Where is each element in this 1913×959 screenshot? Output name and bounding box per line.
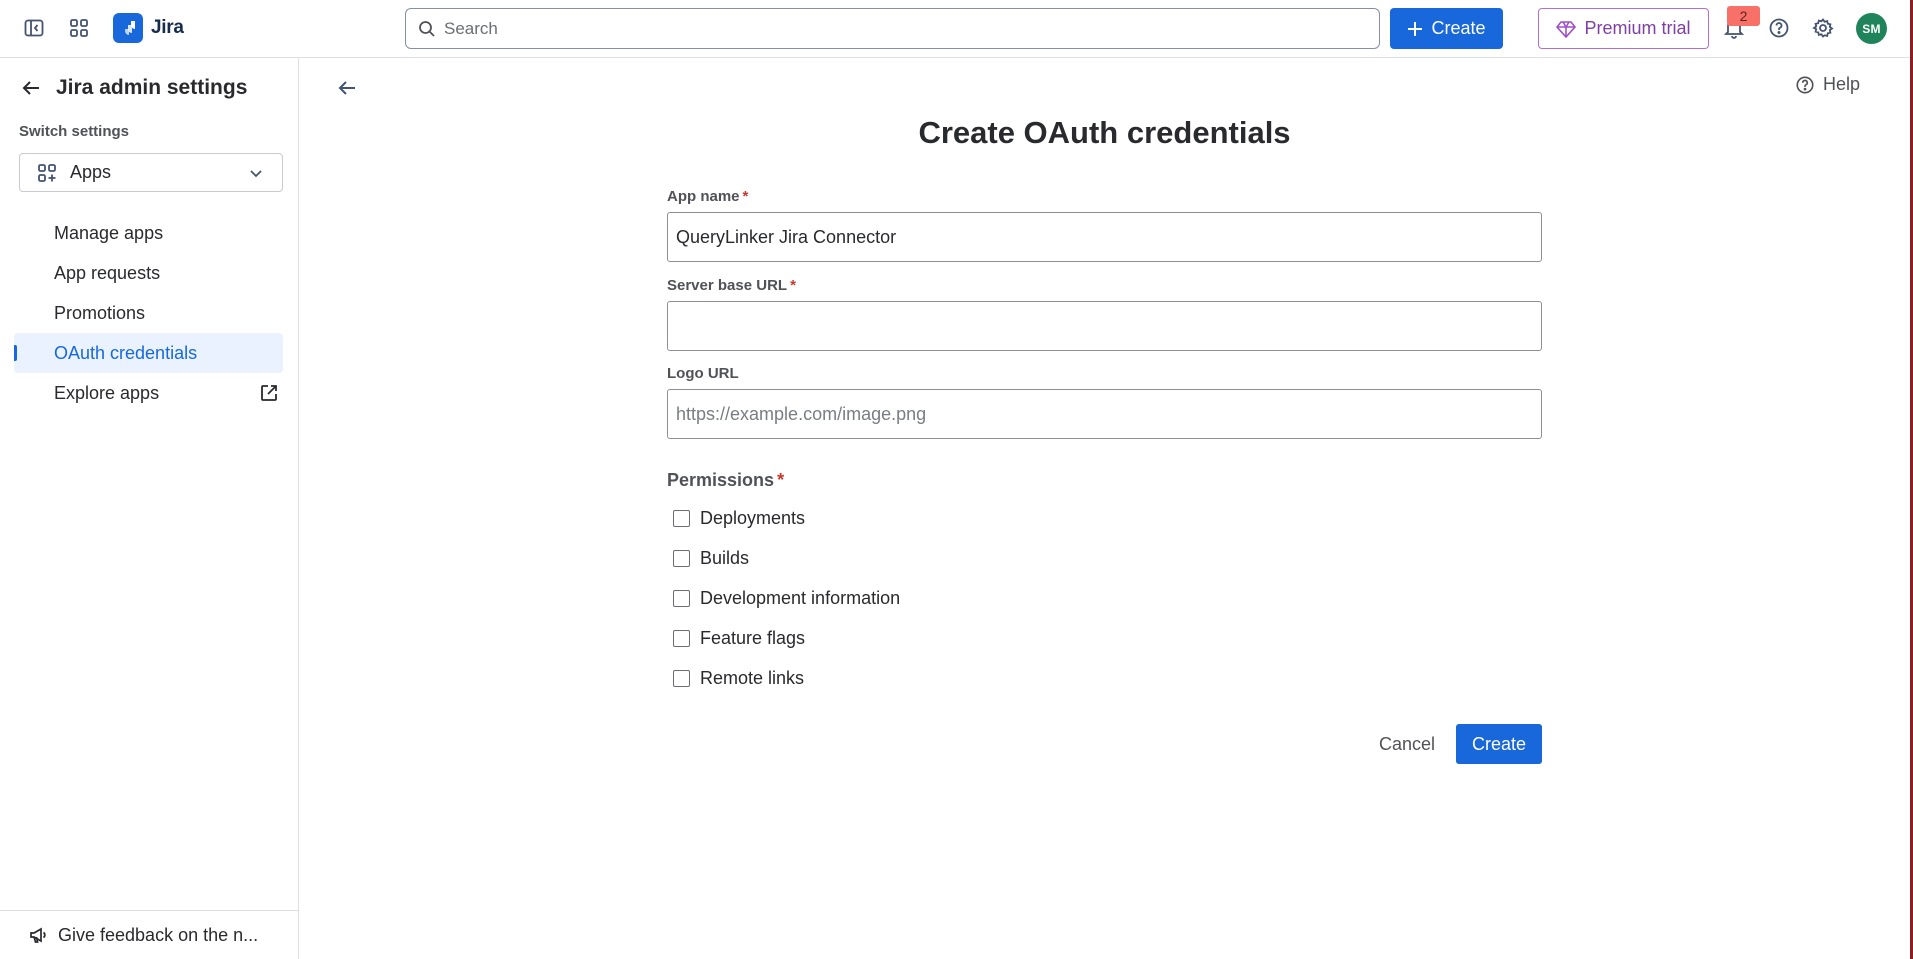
builds-checkbox[interactable]	[673, 550, 690, 567]
sidebar-item-label: Manage apps	[54, 222, 164, 243]
search-field[interactable]	[405, 8, 1380, 49]
switch-settings-dropdown[interactable]: Apps	[19, 153, 283, 192]
external-link-icon	[261, 385, 277, 401]
cancel-button[interactable]: Cancel	[1365, 724, 1449, 764]
sidebar-item-oauth-credentials[interactable]: OAuth credentials	[14, 333, 283, 373]
permission-feature-flags[interactable]: Feature flags	[673, 628, 805, 649]
sidebar-item-label: App requests	[54, 262, 161, 283]
app-switcher-button[interactable]	[63, 12, 95, 44]
sidebar-item-promotions[interactable]: Promotions	[14, 293, 283, 333]
sidebar-item-label: Promotions	[54, 302, 146, 323]
sidebar-item-label: Explore apps	[54, 382, 160, 403]
sidebar-item-explore-apps[interactable]: Explore apps	[14, 373, 283, 413]
search-input[interactable]	[444, 18, 1344, 39]
switch-settings-value: Apps	[70, 162, 112, 182]
top-navigation: Jira Create Premium trial	[0, 0, 1913, 58]
sidebar-toggle-icon	[24, 19, 44, 37]
user-avatar[interactable]: SM	[1856, 13, 1887, 44]
create-button[interactable]: Create	[1390, 8, 1503, 49]
app-name-label: App name *	[667, 188, 748, 205]
sidebar-item-label: OAuth credentials	[54, 342, 198, 363]
app-name: Jira	[151, 17, 184, 38]
app-name-input[interactable]	[667, 212, 1542, 262]
megaphone-icon	[30, 927, 46, 943]
premium-trial-label: Premium trial	[1584, 18, 1691, 38]
deployments-checkbox[interactable]	[673, 510, 690, 527]
chevron-down-icon	[250, 170, 262, 178]
permission-deployments[interactable]: Deployments	[673, 508, 805, 529]
remote-links-checkbox[interactable]	[673, 670, 690, 687]
app-name-label-text: App name	[667, 188, 740, 205]
settings-button[interactable]	[1807, 12, 1839, 44]
diamond-icon	[1556, 20, 1577, 38]
jira-app: Jira Create Premium trial	[0, 0, 1913, 959]
give-feedback-button[interactable]: Give feedback on the n...	[0, 910, 298, 959]
permission-label: Remote links	[700, 668, 805, 688]
apps-add-icon	[38, 163, 56, 182]
permission-builds[interactable]: Builds	[673, 548, 749, 569]
jira-logo-icon	[113, 13, 143, 43]
permission-label: Development information	[700, 588, 901, 608]
permission-label: Builds	[700, 548, 750, 568]
page-title: Create OAuth credentials	[918, 115, 1291, 150]
admin-sidebar: Jira admin settings Switch settings Apps…	[0, 58, 299, 959]
jira-home-link[interactable]: Jira	[113, 13, 184, 43]
logo-url-label: Logo URL	[667, 365, 739, 382]
switch-settings-label: Switch settings	[19, 123, 130, 140]
help-label: Help	[1823, 74, 1861, 94]
permissions-label: Permissions *	[667, 470, 784, 491]
sidebar-header: Jira admin settings	[20, 76, 247, 100]
help-icon	[1796, 75, 1814, 94]
required-marker: *	[790, 277, 796, 294]
plus-icon	[1408, 21, 1423, 36]
server-base-url-label-text: Server base URL	[667, 277, 788, 294]
gear-icon	[1812, 18, 1834, 38]
help-link[interactable]: Help	[1795, 74, 1860, 95]
development-information-checkbox[interactable]	[673, 590, 690, 607]
back-button[interactable]	[331, 72, 363, 104]
back-arrow-icon	[338, 81, 355, 95]
create-button-label: Create	[1431, 18, 1486, 38]
sidebar-item-app-requests[interactable]: App requests	[14, 253, 283, 293]
sidebar-title: Jira admin settings	[56, 76, 248, 99]
permission-label: Deployments	[700, 508, 806, 528]
feature-flags-checkbox[interactable]	[673, 630, 690, 647]
required-marker: *	[777, 470, 785, 490]
back-arrow-icon[interactable]	[20, 77, 42, 99]
server-base-url-label: Server base URL *	[667, 277, 796, 294]
notification-badge: 2	[1727, 6, 1760, 26]
permission-development-information[interactable]: Development information	[673, 588, 900, 609]
give-feedback-label: Give feedback on the n...	[58, 924, 259, 945]
required-marker: *	[742, 188, 749, 205]
permission-label: Feature flags	[700, 628, 806, 648]
logo-url-input[interactable]	[667, 389, 1542, 439]
server-base-url-input[interactable]	[667, 301, 1542, 351]
help-button[interactable]	[1763, 12, 1795, 44]
sidebar-item-manage-apps[interactable]: Manage apps	[14, 213, 283, 253]
permissions-label-text: Permissions	[667, 470, 775, 490]
permission-remote-links[interactable]: Remote links	[673, 668, 804, 689]
create-credentials-button[interactable]: Create	[1456, 724, 1542, 764]
app-switcher-icon	[70, 19, 88, 37]
sidebar-toggle-button[interactable]	[18, 12, 50, 44]
premium-trial-button[interactable]: Premium trial	[1538, 8, 1709, 49]
search-icon	[419, 20, 435, 37]
help-icon	[1769, 18, 1789, 38]
